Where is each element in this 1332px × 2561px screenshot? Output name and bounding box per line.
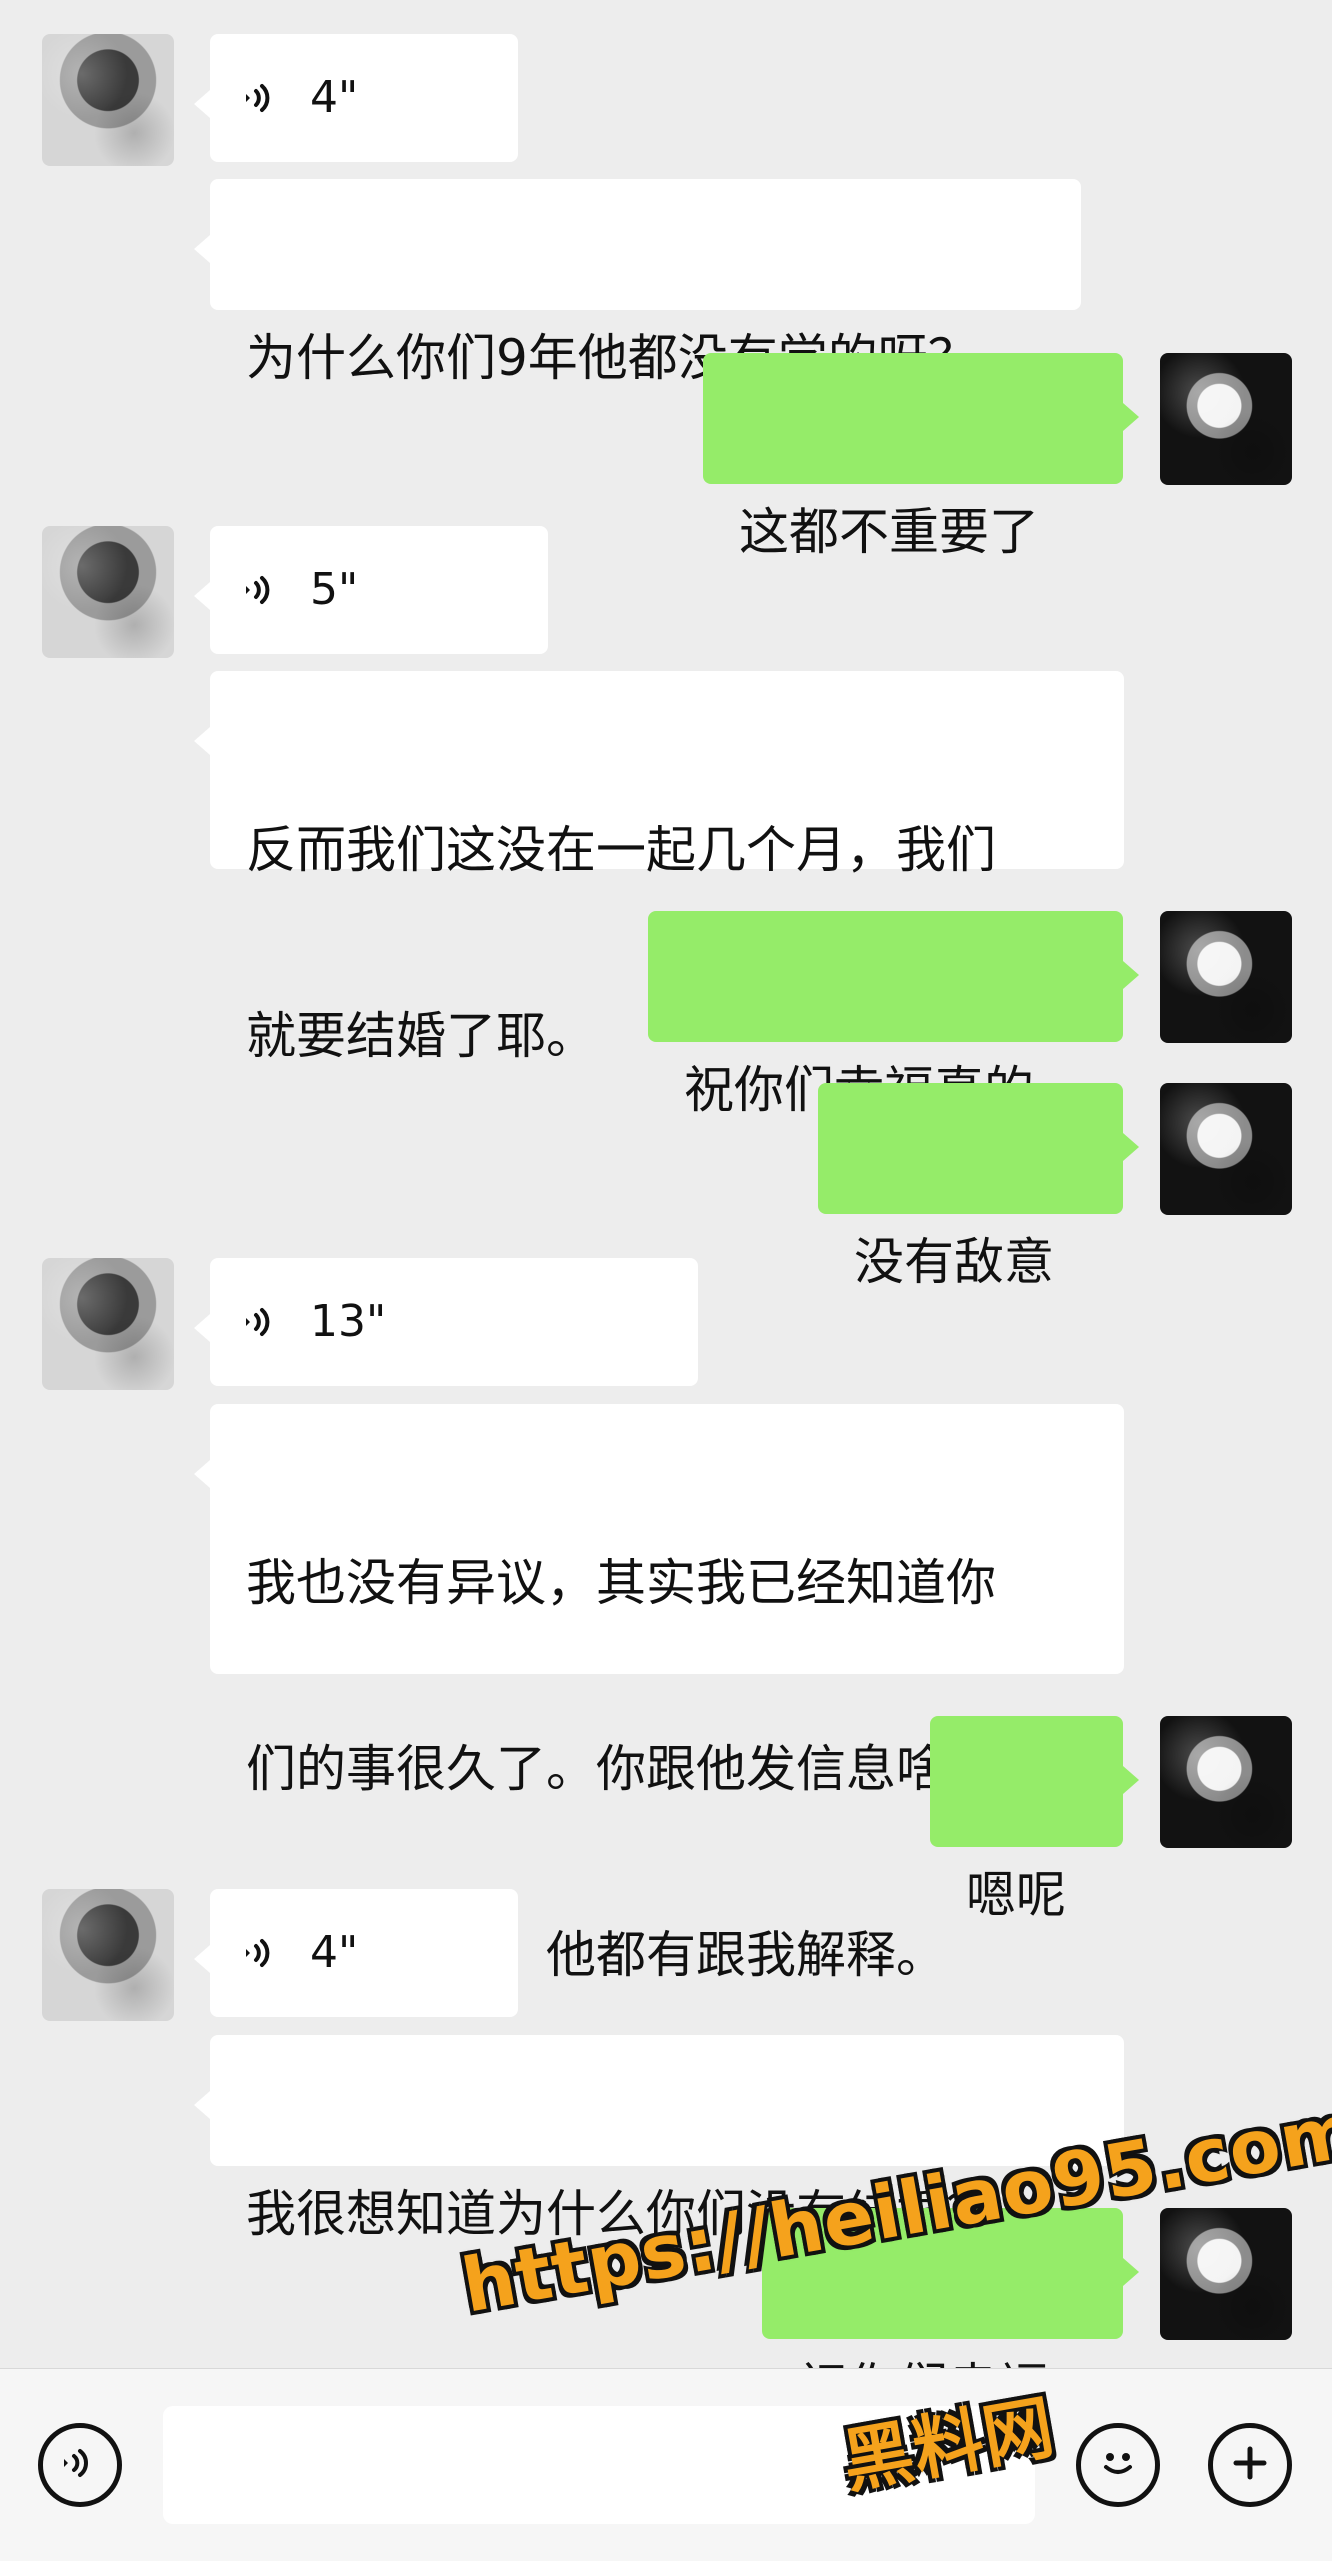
contact-avatar[interactable] (42, 526, 174, 658)
chat-message[interactable]: 这都不重要了 (703, 353, 1139, 561)
voice-message[interactable]: 5" (194, 526, 548, 654)
chat-message[interactable]: 反而我们这没在一起几个月，我们 就要结婚了耶。 (194, 671, 1124, 1065)
user-avatar[interactable] (1160, 1083, 1292, 1215)
voice-duration: 13" (310, 1296, 387, 1347)
contact-avatar[interactable] (42, 34, 174, 166)
chat-message[interactable]: 祝你们幸福真的 (648, 911, 1139, 1119)
sound-wave-icon (234, 1925, 290, 1981)
chat-message[interactable]: 没有敌意 (818, 1083, 1139, 1291)
sound-wave-icon (234, 562, 290, 618)
chat-input-bar (0, 2368, 1332, 2561)
chat-message[interactable]: 祝你们幸福 (762, 2208, 1139, 2416)
chat-message[interactable]: 我也没有异议，其实我已经知道你 们的事很久了。你跟他发信息啥的， 我都有看见，他… (194, 1404, 1124, 1984)
plus-button[interactable] (1208, 2423, 1292, 2507)
user-avatar[interactable] (1160, 353, 1292, 485)
voice-message[interactable]: 13" (194, 1258, 698, 1386)
user-avatar[interactable] (1160, 1716, 1292, 1848)
voice-message[interactable]: 4" (194, 34, 518, 162)
plus-icon (1230, 2443, 1270, 2487)
emoji-icon (1095, 2440, 1141, 2490)
user-avatar[interactable] (1160, 911, 1292, 1043)
chat-message[interactable]: 为什么你们9年他都没有学的呀？ (194, 179, 1081, 387)
message-line: 嗯呢 (966, 1866, 1066, 1924)
message-input[interactable] (163, 2406, 1035, 2524)
sound-wave-icon (234, 1294, 290, 1350)
chat-message[interactable]: 我很想知道为什么你们没有结婚？ (194, 2035, 1124, 2243)
message-line: 我也没有异议，其实我已经知道你 (246, 1554, 996, 1612)
emoji-button[interactable] (1076, 2423, 1160, 2507)
voice-duration: 4" (310, 1927, 359, 1978)
user-avatar[interactable] (1160, 2208, 1292, 2340)
chat-message[interactable]: 嗯呢 (930, 1716, 1139, 1924)
voice-toggle-icon (59, 2442, 101, 2488)
message-line: 这都不重要了 (739, 503, 1039, 561)
voice-duration: 4" (310, 72, 359, 123)
contact-avatar[interactable] (42, 1258, 174, 1390)
message-line: 反而我们这没在一起几个月，我们 (246, 821, 996, 879)
voice-toggle-button[interactable] (38, 2423, 122, 2507)
contact-avatar[interactable] (42, 1889, 174, 2021)
sound-wave-icon (234, 70, 290, 126)
message-line: 没有敌意 (854, 1233, 1054, 1291)
voice-duration: 5" (310, 564, 359, 615)
voice-message[interactable]: 4" (194, 1889, 518, 2017)
